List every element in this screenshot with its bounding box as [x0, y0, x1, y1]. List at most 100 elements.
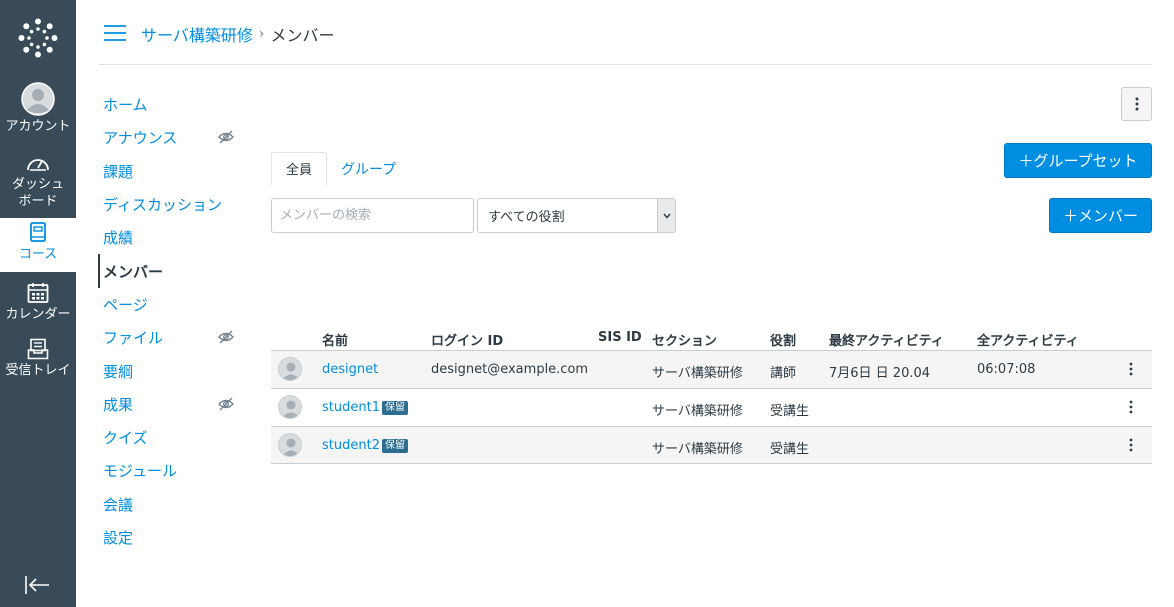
global-nav: アカウント ダッシュ ボード コース カレンダー 受信トレイ: [0, 0, 76, 607]
avatar[interactable]: [278, 357, 302, 381]
member-section: サーバ構築研修: [652, 366, 743, 381]
tab-groups-label: グループ: [341, 161, 397, 178]
course-nav-syllabus[interactable]: 要綱: [98, 354, 238, 387]
add-member-label: ＋メンバー: [1062, 207, 1138, 225]
canvas-logo-icon[interactable]: [16, 16, 60, 60]
member-name-link[interactable]: student1: [322, 400, 380, 415]
nav-courses-label: コース: [18, 247, 58, 262]
course-nav-settings[interactable]: 設定: [98, 521, 238, 554]
course-nav-label: クイズ: [103, 429, 148, 448]
page-header: サーバ構築研修 › メンバー: [98, 0, 1152, 65]
course-nav-label: アナウンス: [103, 129, 178, 148]
course-nav-label: ファイル: [103, 329, 164, 348]
member-name-cell: student2 保留: [322, 438, 408, 453]
table-row: designet designet@example.com サーバ構築研修 講師…: [271, 350, 1152, 388]
people-tabs: 全員 グループ: [271, 152, 410, 185]
course-nav-assignments[interactable]: 課題: [98, 155, 238, 188]
member-name-link[interactable]: designet: [322, 362, 378, 377]
collapse-nav-icon[interactable]: [24, 574, 52, 596]
members-table: 名前 ログイン ID SIS ID セクション 役割 最終アクティビティ 全アク…: [271, 326, 1152, 464]
nav-dashboard-label-2: ボード: [18, 194, 58, 209]
inbox-icon: [27, 334, 49, 360]
nav-dashboard-label-1: ダッシュ: [11, 177, 64, 192]
row-kebab-icon[interactable]: [1126, 437, 1136, 453]
avatar[interactable]: [278, 433, 302, 457]
course-nav-grades[interactable]: 成績: [98, 221, 238, 254]
tab-all[interactable]: 全員: [271, 152, 328, 185]
add-group-set-button[interactable]: ＋グループセット: [1004, 143, 1152, 178]
member-section: サーバ構築研修: [652, 404, 743, 419]
nav-dashboard[interactable]: ダッシュ ボード: [0, 148, 76, 210]
course-nav-label: 成果: [103, 395, 134, 414]
course-nav-label: 課題: [103, 162, 134, 181]
row-kebab-icon[interactable]: [1126, 399, 1136, 415]
add-group-set-label: ＋グループセット: [1018, 152, 1138, 170]
course-nav-label: 設定: [103, 529, 134, 547]
course-nav-people[interactable]: メンバー: [98, 254, 238, 288]
course-nav-home[interactable]: ホーム: [98, 88, 238, 121]
breadcrumb-current-page: メンバー: [270, 26, 335, 45]
eye-slash-icon: [218, 330, 234, 344]
course-nav-label: モジュール: [103, 462, 177, 481]
course-nav-announcements[interactable]: アナウンス: [98, 121, 238, 154]
member-role: 講師: [770, 366, 797, 381]
course-nav-label: ディスカッション: [103, 196, 222, 215]
pending-badge: 保留: [381, 401, 408, 415]
tab-all-label: 全員: [286, 163, 313, 178]
page-options-button[interactable]: [1121, 87, 1152, 121]
col-role[interactable]: 役割: [770, 330, 796, 349]
course-nav-quizzes[interactable]: クイズ: [98, 421, 238, 454]
tab-groups[interactable]: グループ: [327, 152, 410, 185]
row-kebab-icon[interactable]: [1126, 361, 1136, 377]
calendar-icon: [27, 278, 49, 304]
hamburger-menu-icon[interactable]: [103, 24, 127, 42]
course-nav-outcomes[interactable]: 成果: [98, 388, 238, 421]
chevron-down-icon: [657, 199, 675, 232]
course-nav-label: ページ: [103, 295, 148, 314]
course-nav-pages[interactable]: ページ: [98, 288, 238, 321]
course-nav-label: 要綱: [103, 362, 134, 381]
breadcrumb-course-link[interactable]: サーバ構築研修: [141, 22, 253, 46]
role-filter-value: すべての役割: [488, 210, 565, 225]
member-role: 受講生: [770, 442, 810, 457]
course-nav-label: 会議: [103, 495, 134, 514]
col-sis-id[interactable]: SIS ID: [598, 330, 642, 345]
pending-badge: 保留: [381, 439, 408, 453]
col-last-activity[interactable]: 最終アクティビティ: [829, 330, 944, 349]
col-login-id[interactable]: ログイン ID: [431, 330, 503, 349]
breadcrumb-separator: ›: [258, 26, 265, 42]
table-header: 名前 ログイン ID SIS ID セクション 役割 最終アクティビティ 全アク…: [271, 326, 1152, 350]
add-member-button[interactable]: ＋メンバー: [1049, 198, 1152, 233]
book-icon: [29, 218, 47, 244]
col-section[interactable]: セクション: [652, 330, 717, 349]
table-row: student1 保留 サーバ構築研修 受講生: [271, 388, 1152, 426]
nav-inbox-label: 受信トレイ: [5, 363, 71, 378]
member-role: 受講生: [770, 404, 810, 419]
course-nav-discussions[interactable]: ディスカッション: [98, 188, 238, 221]
eye-slash-icon: [218, 130, 234, 144]
dashboard-gauge-icon: [26, 148, 50, 174]
member-last-activity: 7月6日 日 20.04: [829, 366, 931, 381]
role-filter-select[interactable]: すべての役割: [477, 198, 676, 233]
avatar[interactable]: [278, 395, 302, 419]
course-nav-label: 成績: [103, 229, 134, 248]
eye-slash-icon: [218, 397, 234, 411]
nav-courses[interactable]: コース: [0, 218, 76, 272]
nav-inbox[interactable]: 受信トレイ: [0, 334, 76, 384]
course-nav-conferences[interactable]: 会議: [98, 488, 238, 521]
member-total-activity: 06:07:08: [977, 362, 1036, 377]
nav-calendar[interactable]: カレンダー: [0, 278, 76, 328]
nav-calendar-label: カレンダー: [5, 307, 71, 322]
user-avatar-icon: [21, 82, 55, 116]
course-nav-modules[interactable]: モジュール: [98, 454, 238, 487]
member-search-input[interactable]: [271, 198, 474, 233]
course-nav-label: ホーム: [103, 96, 148, 115]
col-total-activity[interactable]: 全アクティビティ: [977, 330, 1079, 349]
course-nav: ホーム アナウンス 課題 ディスカッション 成績 メンバー ページ ファイル 要…: [98, 88, 238, 554]
col-name[interactable]: 名前: [322, 330, 348, 349]
member-name-link[interactable]: student2: [322, 438, 380, 453]
breadcrumb: サーバ構築研修 › メンバー: [141, 22, 334, 46]
member-login-id: designet@example.com: [431, 362, 589, 377]
course-nav-files[interactable]: ファイル: [98, 321, 238, 354]
nav-account[interactable]: アカウント: [0, 82, 76, 140]
